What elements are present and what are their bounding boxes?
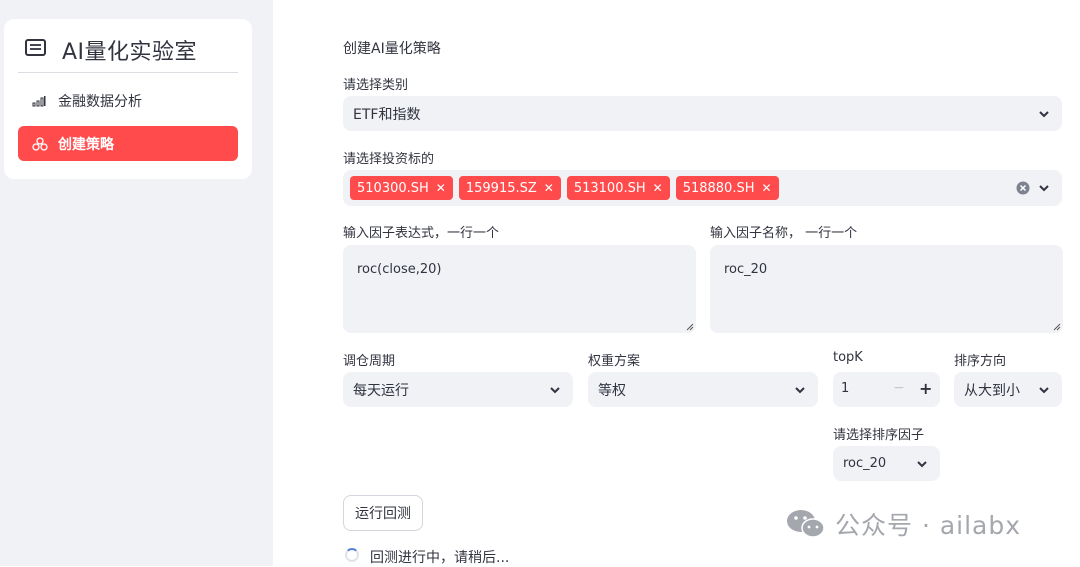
sort-factor-select[interactable]: roc_20	[833, 446, 940, 481]
bar-chart-icon	[32, 95, 48, 107]
status-text: 回测进行中，请稍后...	[370, 550, 510, 566]
factor-name-textarea[interactable]: roc_20	[710, 245, 1063, 333]
chevron-down-icon	[550, 386, 560, 393]
factor-name-label: 输入因子名称， 一行一个	[710, 226, 858, 241]
sidebar-item-financial-analysis[interactable]: 金融数据分析	[18, 83, 238, 118]
target-tag[interactable]: 159915.SZ ✕	[458, 176, 561, 200]
rebalance-value: 每天运行	[353, 382, 409, 399]
chevron-down-icon	[917, 460, 927, 467]
minus-button[interactable]: −	[893, 380, 905, 396]
weighting-value: 等权	[598, 382, 626, 399]
chevron-down-icon	[1039, 110, 1049, 117]
targets-multiselect[interactable]: 510300.SH ✕ 159915.SZ ✕ 513100.SH ✕ 518880.…	[343, 170, 1062, 206]
sidebar-item-label: 金融数据分析	[58, 93, 142, 110]
sort-factor-value: roc_20	[843, 456, 887, 471]
category-value: ETF和指数	[353, 106, 421, 123]
strategy-icon	[32, 136, 48, 151]
close-icon[interactable]: ✕	[436, 181, 446, 195]
target-tag[interactable]: 513100.SH ✕	[566, 176, 670, 200]
sidebar-item-create-strategy[interactable]: 创建策略	[18, 126, 238, 161]
close-icon[interactable]: ✕	[762, 181, 772, 195]
clear-all-icon[interactable]	[1016, 181, 1030, 195]
weighting-label: 权重方案	[588, 354, 641, 369]
app-header: AI量化实验室	[24, 34, 197, 66]
rebalance-select[interactable]: 每天运行	[343, 372, 573, 407]
factor-expression-label: 输入因子表达式，一行一个	[343, 226, 500, 241]
resize-grip-icon[interactable]	[1053, 323, 1061, 331]
sort-direction-label: 排序方向	[954, 354, 1007, 369]
loading-spinner-icon	[345, 548, 359, 562]
chevron-down-icon	[1039, 185, 1049, 192]
topk-value[interactable]: 1	[841, 381, 849, 396]
factor-expression-textarea[interactable]: roc(close,20)	[343, 245, 696, 333]
sidebar: AI量化实验室 金融数据分析 创建策略	[0, 0, 273, 566]
nav-divider	[18, 72, 238, 73]
category-select[interactable]: ETF和指数	[343, 96, 1062, 131]
weighting-select[interactable]: 等权	[588, 372, 818, 407]
plus-button[interactable]: +	[919, 379, 932, 398]
target-tag[interactable]: 510300.SH ✕	[350, 176, 453, 200]
sort-direction-select[interactable]: 从大到小	[954, 372, 1062, 407]
factor-expression-value: roc(close,20)	[357, 262, 442, 277]
app-title: AI量化实验室	[62, 40, 198, 65]
sort-direction-value: 从大到小	[964, 382, 1020, 399]
topk-stepper[interactable]: 1 − +	[833, 372, 940, 407]
targets-label: 请选择投资标的	[343, 152, 435, 167]
sort-factor-label: 请选择排序因子	[833, 428, 925, 443]
category-label: 请选择类别	[343, 78, 409, 93]
watermark: 公众号 · ailabx	[785, 506, 1021, 542]
sidebar-item-label: 创建策略	[58, 136, 114, 153]
topk-label: topK	[833, 350, 863, 365]
factor-name-value: roc_20	[724, 262, 768, 277]
close-icon[interactable]: ✕	[544, 181, 554, 195]
page-title: 创建AI量化策略	[343, 41, 441, 57]
chevron-down-icon	[795, 386, 805, 393]
run-backtest-button[interactable]: 运行回测	[343, 495, 423, 531]
close-icon[interactable]: ✕	[653, 181, 663, 195]
resize-grip-icon[interactable]	[686, 323, 694, 331]
watermark-text: 公众号 · ailabx	[835, 511, 1022, 540]
target-tag[interactable]: 518880.SH ✕	[675, 176, 779, 200]
chevron-down-icon	[1039, 386, 1049, 393]
wechat-icon	[787, 510, 825, 538]
rebalance-label: 调仓周期	[343, 354, 396, 369]
menu-icon	[24, 38, 48, 62]
